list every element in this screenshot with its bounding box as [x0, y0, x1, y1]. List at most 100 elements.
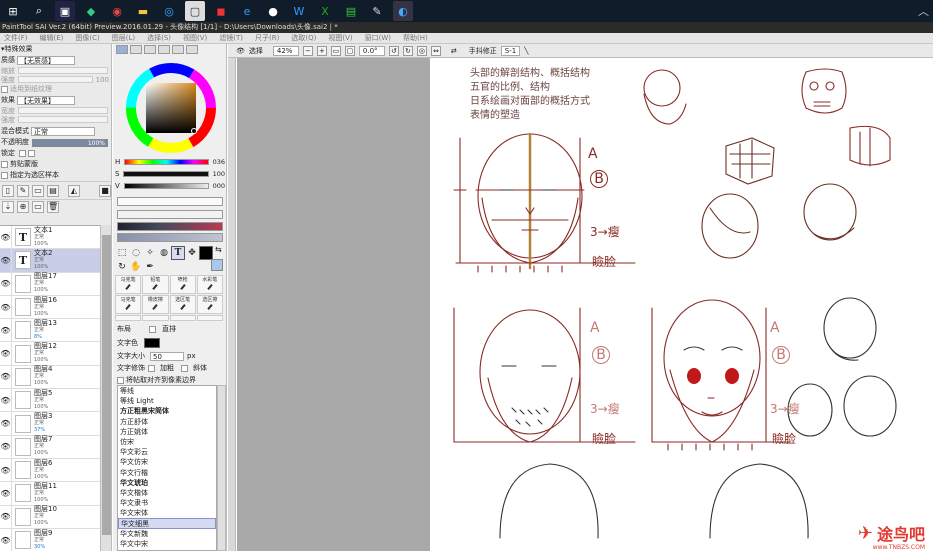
brush-slot[interactable]	[115, 315, 142, 321]
font-item[interactable]: 华文行楷	[118, 468, 216, 478]
layer-scrollbar[interactable]	[100, 225, 111, 551]
menu-item-11[interactable]: 帮助(H)	[399, 33, 436, 43]
menu-item-8[interactable]: 选取(Q)	[287, 33, 324, 43]
font-item[interactable]: 华文楷体	[118, 488, 216, 498]
visibility-eye-icon[interactable]: 👁	[0, 226, 12, 249]
ruler-icon[interactable]: ╲	[524, 47, 528, 55]
font-item[interactable]: 华文细黑	[118, 518, 216, 529]
zoom-reset-button[interactable]: ▭	[330, 45, 341, 56]
layer-row[interactable]: 👁 图层3 正常 37%	[0, 412, 100, 436]
brush-slot[interactable]: 水彩笔	[196, 275, 223, 294]
primary-color-swatch[interactable]	[199, 246, 213, 260]
visibility-eye-icon[interactable]: 👁	[0, 412, 12, 435]
panel-menu-icon[interactable]: ■	[99, 184, 111, 197]
layer-row[interactable]: 👁 T 文本1 正常 100%	[0, 226, 100, 250]
bucket-icon[interactable]: ◍	[157, 246, 171, 260]
word-icon[interactable]: W	[289, 1, 309, 21]
sai-icon[interactable]: ▢	[185, 1, 205, 21]
texture-scale-slider[interactable]	[18, 67, 108, 74]
menu-item-3[interactable]: 图层(L)	[108, 33, 143, 43]
app-icon-3[interactable]: ▤	[341, 1, 361, 21]
layer-row[interactable]: 👁 图层9 正常 30%	[0, 528, 100, 551]
move-icon[interactable]: ✥	[185, 246, 199, 260]
layer-row[interactable]: 👁 图层11 正常 100%	[0, 482, 100, 506]
menu-item-4[interactable]: 选择(S)	[143, 33, 179, 43]
brush-slot[interactable]: 喷枪	[169, 275, 196, 294]
brush-slot[interactable]	[169, 315, 196, 321]
texture-intensity-slider[interactable]	[18, 76, 93, 83]
app-icon[interactable]: ◆	[81, 1, 101, 21]
menu-item-7[interactable]: 尺子(R)	[251, 33, 287, 43]
layer-scroll-thumb[interactable]	[102, 235, 111, 535]
menu-item-10[interactable]: 窗口(W)	[361, 33, 399, 43]
merge-down-icon[interactable]: ⊕	[17, 200, 29, 213]
swatch-row-1[interactable]	[117, 197, 223, 206]
effect-width-slider[interactable]	[18, 107, 108, 114]
font-item[interactable]: 方正姚体	[118, 427, 216, 437]
hue-slider[interactable]	[124, 158, 209, 165]
zoom-in-button[interactable]: +	[316, 45, 327, 56]
layer-row[interactable]: 👁 图层17 正常 100%	[0, 272, 100, 296]
hand-icon[interactable]: ✋	[129, 260, 143, 274]
fill-icon[interactable]: ◭	[68, 184, 80, 197]
layer-row[interactable]: 👁 图层10 正常 100%	[0, 505, 100, 529]
effect-intensity-slider[interactable]	[18, 116, 108, 123]
brush-slot[interactable]: 铅笔	[142, 275, 169, 294]
color-wheel-tab[interactable]	[116, 45, 128, 54]
brush-slot[interactable]: 选区擦	[196, 295, 223, 314]
lock-checkbox[interactable]	[19, 150, 26, 157]
layer-row[interactable]: 👁 T 文本2 正常 100%	[0, 249, 100, 273]
tray-expand-icon[interactable]: ︿	[918, 3, 929, 19]
new-folder-icon[interactable]: ▭	[32, 184, 44, 197]
swatches-tab[interactable]	[158, 45, 170, 54]
visibility-eye-icon[interactable]: 👁	[0, 482, 12, 505]
font-item[interactable]: 等线 Light	[118, 396, 216, 406]
start-icon[interactable]: ⊞	[3, 1, 23, 21]
font-item[interactable]: 华文宋体	[118, 508, 216, 518]
font-item[interactable]: 华文仿宋	[118, 457, 216, 467]
app-icon-4[interactable]: ✎	[367, 1, 387, 21]
clip-checkbox[interactable]	[1, 161, 8, 168]
font-item[interactable]: 方正粗黑宋简体	[118, 406, 216, 416]
font-item[interactable]: 仿宋	[118, 437, 216, 447]
font-list-scrollbar[interactable]	[217, 385, 226, 551]
layer-row[interactable]: 👁 图层6 正常 100%	[0, 458, 100, 483]
menu-item-5[interactable]: 视图(V)	[179, 33, 215, 43]
browser-icon[interactable]: ◎	[159, 1, 179, 21]
visibility-eye-icon[interactable]: 👁	[0, 249, 12, 272]
brush-slot[interactable]	[142, 315, 169, 321]
layer-row[interactable]: 👁 图层4 正常 100%	[0, 365, 100, 390]
rotate-left-button[interactable]: ↺	[388, 45, 399, 56]
saturation-slider[interactable]	[123, 170, 209, 177]
lasso-icon[interactable]: ◌	[129, 246, 143, 260]
recorder-icon[interactable]: ●	[263, 1, 283, 21]
layer-row[interactable]: 👁 图层16 正常 100%	[0, 295, 100, 320]
menu-item-6[interactable]: 滤镜(T)	[215, 33, 251, 43]
visibility-eye-icon[interactable]: 👁	[0, 272, 12, 295]
hsv-slider-tab[interactable]	[144, 45, 156, 54]
text-color-swatch[interactable]	[144, 338, 160, 348]
zoom-out-button[interactable]: −	[302, 45, 313, 56]
swatch-row-3[interactable]	[117, 222, 223, 231]
visibility-eye-icon[interactable]: 👁	[0, 389, 12, 412]
effect-select[interactable]: 【无效果】	[17, 96, 75, 105]
rotate-icon[interactable]: ↻	[115, 260, 129, 274]
value-slider[interactable]	[123, 182, 209, 189]
pixel-align-checkbox[interactable]	[117, 376, 124, 384]
brush-slot[interactable]: 马克笔	[115, 275, 142, 294]
brush-slot[interactable]: 选区笔	[169, 295, 196, 314]
opacity-slider[interactable]: 100%	[32, 138, 108, 147]
task-view-icon[interactable]: ▣	[55, 1, 75, 21]
italic-checkbox[interactable]	[181, 364, 188, 372]
layer-row[interactable]: 👁 图层12 正常 100%	[0, 342, 100, 366]
rotation-input[interactable]: 0.0°	[358, 45, 385, 56]
eyedropper-icon[interactable]: ✒	[143, 260, 157, 274]
app-icon-5[interactable]: ◐	[393, 1, 413, 21]
chrome-icon[interactable]: ◉	[107, 1, 127, 21]
mixer-tab[interactable]	[186, 45, 198, 54]
zoom-fit-button[interactable]: ▢	[344, 45, 355, 56]
font-item[interactable]: 华文中宋	[118, 539, 216, 549]
blend-select[interactable]: 正常	[31, 127, 95, 136]
search-icon[interactable]: ⌕	[29, 1, 49, 21]
visibility-eye-icon[interactable]: 👁	[0, 365, 12, 389]
